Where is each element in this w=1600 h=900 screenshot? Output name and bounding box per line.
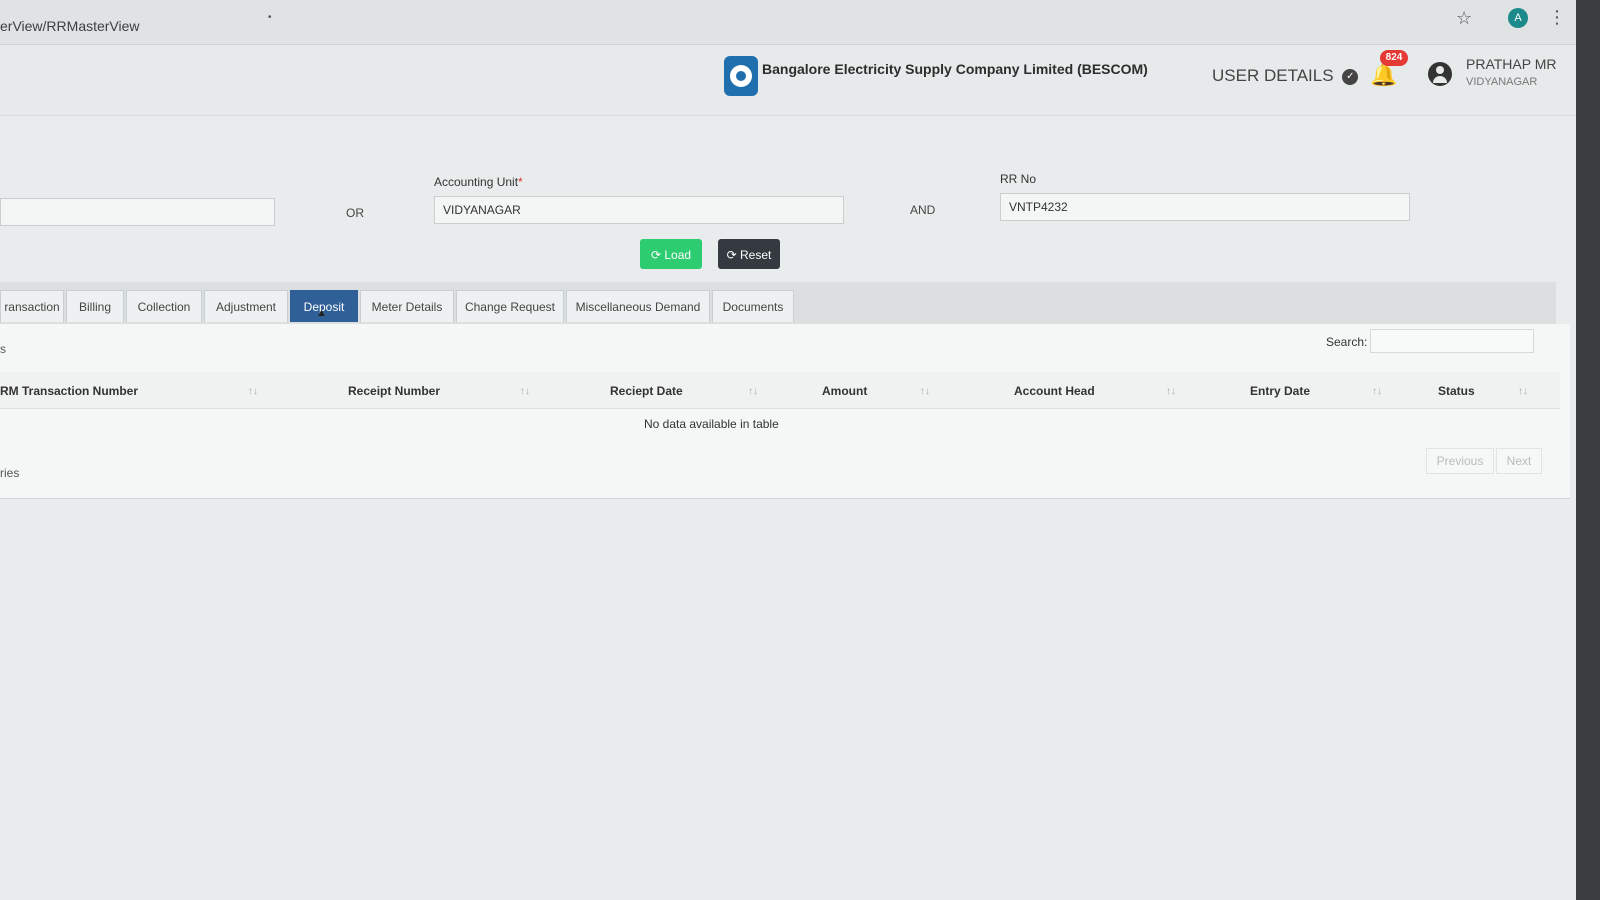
tab-transaction[interactable]: ransaction: [0, 290, 64, 322]
user-avatar-icon[interactable]: [1428, 62, 1452, 86]
user-name: PRATHAP MR: [1466, 56, 1557, 72]
sort-icon[interactable]: ↑↓: [1166, 386, 1176, 397]
browser-toolbar: erView/RRMasterView • ☆ A ⋮: [0, 0, 1600, 45]
notification-badge: 824: [1380, 50, 1408, 66]
sort-icon[interactable]: ↑↓: [1372, 386, 1382, 397]
sort-icon[interactable]: ↑↓: [748, 386, 758, 397]
rr-no-input[interactable]: VNTP4232: [1000, 193, 1410, 221]
address-bar-url[interactable]: erView/RRMasterView: [0, 18, 140, 34]
chevron-down-icon: ✓: [1342, 68, 1359, 85]
tab-billing[interactable]: Billing: [66, 290, 124, 322]
load-button[interactable]: ⟳ Load: [640, 239, 702, 269]
tab-collection[interactable]: Collection: [126, 290, 202, 322]
col-receipt-number[interactable]: Receipt Number: [348, 384, 440, 398]
tab-miscellaneous-demand[interactable]: Miscellaneous Demand: [566, 290, 710, 322]
consumer-id-input[interactable]: [0, 198, 275, 226]
user-details-label: USER DETAILS: [1212, 66, 1334, 85]
user-details-menu[interactable]: USER DETAILS ✓: [1212, 66, 1359, 86]
next-page-button[interactable]: Next: [1496, 448, 1542, 474]
sort-icon[interactable]: ↑↓: [520, 386, 530, 397]
browser-profile-icon[interactable]: A: [1508, 8, 1528, 28]
required-asterisk: *: [518, 175, 523, 189]
tab-change-request[interactable]: Change Request: [456, 290, 564, 322]
sort-icon[interactable]: ↑↓: [920, 386, 930, 397]
accounting-unit-select[interactable]: VIDYANAGAR: [434, 196, 844, 224]
bookmark-star-icon[interactable]: ☆: [1456, 8, 1472, 29]
sort-icon[interactable]: ↑↓: [248, 386, 258, 397]
and-connector: AND: [910, 203, 936, 217]
col-entry-date[interactable]: Entry Date: [1250, 384, 1310, 398]
bescom-logo-icon: [724, 56, 758, 96]
col-rm-transaction-number[interactable]: RM Transaction Number: [0, 384, 138, 398]
col-status[interactable]: Status: [1438, 384, 1475, 398]
company-name: Bangalore Electricity Supply Company Lim…: [762, 61, 1148, 77]
mouse-cursor-icon: ▲: [316, 307, 327, 319]
table-info: ries: [0, 466, 20, 480]
tab-documents[interactable]: Documents: [712, 290, 794, 322]
entries-length-stub: s: [0, 342, 6, 356]
user-location: VIDYANAGAR: [1466, 76, 1538, 88]
accounting-unit-label: Accounting Unit*: [434, 175, 523, 189]
browser-menu-icon[interactable]: ⋮: [1548, 7, 1566, 28]
toolbar-dot: •: [268, 12, 272, 23]
col-receipt-date[interactable]: Reciept Date: [610, 384, 683, 398]
table-search-input[interactable]: [1370, 329, 1534, 353]
screen-bezel: [1576, 0, 1600, 900]
previous-page-button[interactable]: Previous: [1426, 448, 1494, 474]
sort-icon[interactable]: ↑↓: [1518, 386, 1528, 397]
table-header-row: [0, 372, 1560, 409]
deposit-table-panel: [0, 324, 1570, 499]
tab-adjustment[interactable]: Adjustment: [204, 290, 288, 322]
col-account-head[interactable]: Account Head: [1014, 384, 1095, 398]
accounting-unit-label-text: Accounting Unit: [434, 175, 519, 189]
empty-table-message: No data available in table: [644, 417, 779, 431]
reset-button[interactable]: ⟳ Reset: [718, 239, 780, 269]
or-connector: OR: [346, 206, 364, 220]
col-amount[interactable]: Amount: [822, 384, 867, 398]
rr-no-label: RR No: [1000, 172, 1037, 186]
tab-meter-details[interactable]: Meter Details: [360, 290, 454, 322]
table-search-label: Search:: [1326, 335, 1368, 349]
